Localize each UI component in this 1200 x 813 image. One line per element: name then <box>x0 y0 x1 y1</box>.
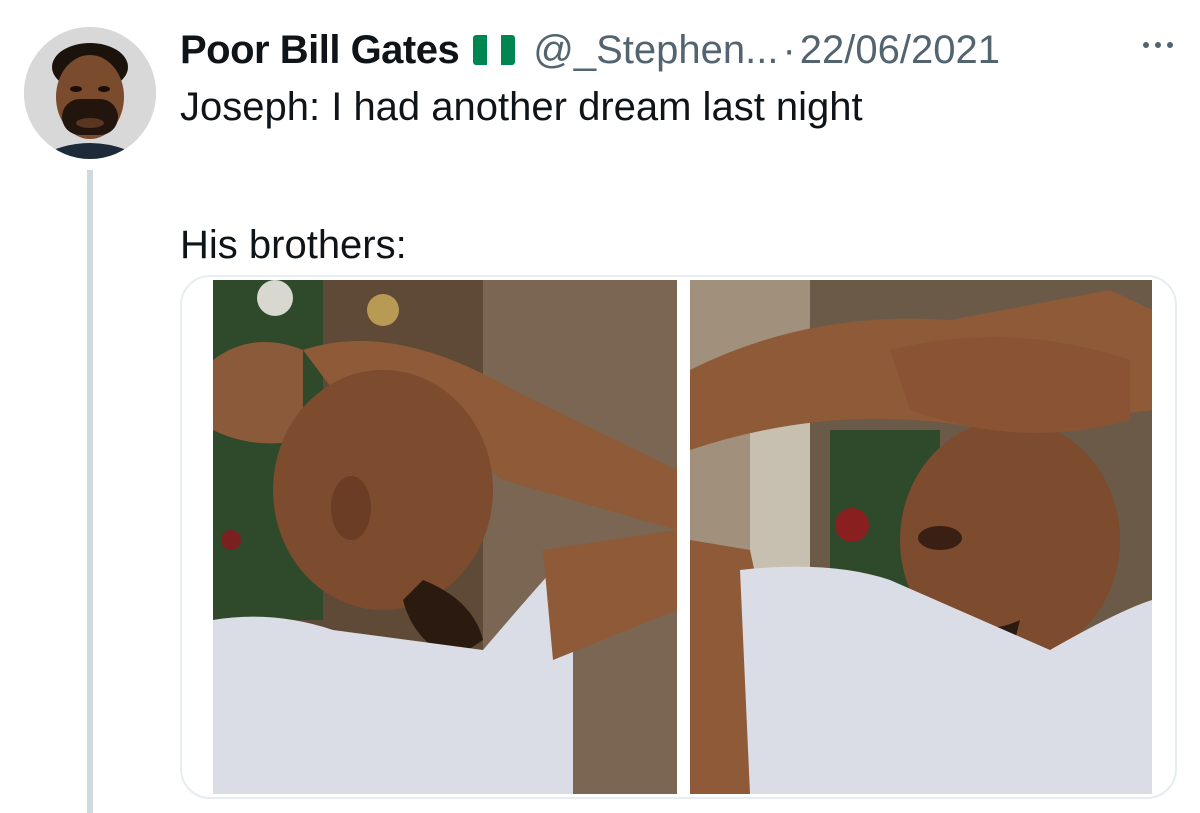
tweet-date[interactable]: 22/06/2021 <box>800 28 1000 73</box>
tweet-header: Poor Bill Gates @_Stephen... · 22/06/202… <box>180 22 1180 78</box>
tweet-text-line-2: His brothers: <box>180 223 407 267</box>
tweet-text-line-1: Joseph: I had another dream last night <box>180 85 863 129</box>
tweet-media-container <box>180 275 1177 799</box>
header-separator: · <box>782 27 796 72</box>
more-options-icon[interactable] <box>1136 30 1180 60</box>
avatar-portrait <box>24 27 156 159</box>
user-handle[interactable]: @_Stephen... <box>533 28 778 73</box>
display-name[interactable]: Poor Bill Gates <box>180 28 460 73</box>
photo-man-covering-eyes <box>690 280 1152 794</box>
media-photo-right[interactable] <box>690 280 1152 794</box>
nigeria-flag-icon <box>473 35 516 65</box>
tweet-text: Joseph: I had another dream last night H… <box>180 84 863 268</box>
author-avatar[interactable] <box>24 27 156 159</box>
thread-connector-line <box>87 170 93 813</box>
photo-man-hand-on-head <box>213 280 677 794</box>
media-photo-left[interactable] <box>213 280 677 794</box>
